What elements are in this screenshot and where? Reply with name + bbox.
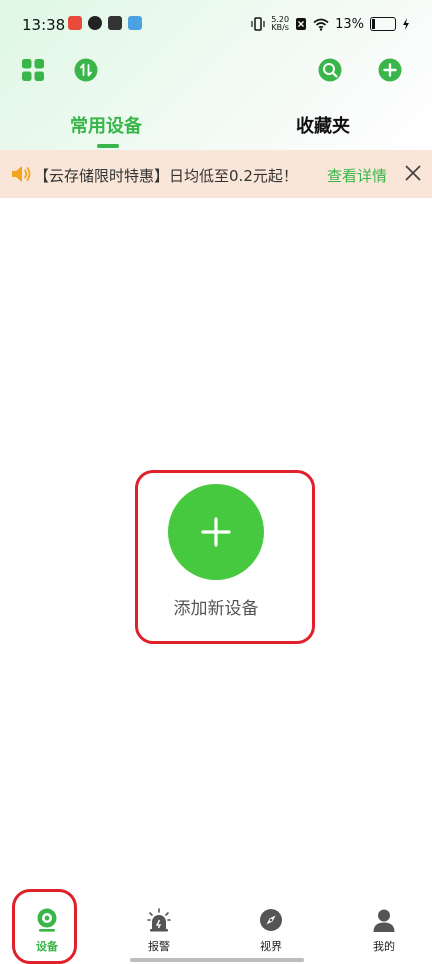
tab-bar: 常用设备 收藏夹 (0, 100, 432, 150)
search-icon[interactable] (318, 58, 342, 82)
add-device-button[interactable] (168, 484, 264, 580)
nav-label-vision: 视界 (260, 940, 282, 953)
status-right: 5.20 KB/s 13% (251, 16, 410, 32)
app-notification-icon (68, 16, 82, 30)
nav-label-mine: 我的 (373, 940, 395, 953)
grid-icon[interactable] (21, 58, 45, 82)
banner-details-link[interactable]: 查看详情 (327, 165, 387, 186)
app-notification-icon (108, 16, 122, 30)
plus-icon (201, 517, 231, 547)
banner-text: 【云存储限时特惠】日均低至0.2元起！ (34, 167, 298, 185)
close-icon[interactable] (404, 164, 422, 182)
charging-icon (403, 18, 409, 30)
vibrate-icon (251, 17, 265, 31)
net-speed: 5.20 KB/s (271, 16, 289, 32)
nav-item-vision[interactable]: 视界 (241, 896, 301, 964)
app-notification-icon (128, 16, 142, 30)
nav-item-mine[interactable]: 我的 (354, 896, 414, 964)
home-indicator[interactable] (130, 958, 304, 962)
speaker-icon (12, 166, 31, 182)
swap-icon[interactable] (74, 58, 98, 82)
alarm-icon (147, 908, 171, 932)
user-icon (373, 909, 395, 932)
compass-icon (260, 909, 282, 931)
add-device-label[interactable]: 添加新设备 (168, 594, 264, 619)
wifi-icon (313, 18, 329, 31)
sim-off-icon (296, 18, 307, 30)
status-time: 13:38 (22, 16, 66, 34)
app-notification-icon (88, 16, 102, 30)
tab-favorites[interactable]: 收藏夹 (296, 112, 350, 138)
status-bar: 13:38 5.20 KB/s 13% (0, 0, 432, 52)
tab-common-devices[interactable]: 常用设备 (70, 112, 142, 138)
add-icon[interactable] (378, 58, 402, 82)
notification-icons (68, 16, 142, 34)
battery-percent: 13% (335, 16, 364, 32)
tab-indicator (97, 144, 119, 148)
promo-banner[interactable]: 【云存储限时特惠】日均低至0.2元起！ 查看详情 (0, 150, 432, 198)
battery-icon (370, 17, 396, 31)
nav-item-alarm[interactable]: 报警 (129, 896, 189, 964)
net-speed-unit: KB/s (271, 23, 289, 32)
nav-label-alarm: 报警 (148, 940, 170, 953)
highlight-box-devices-tab (12, 889, 77, 964)
